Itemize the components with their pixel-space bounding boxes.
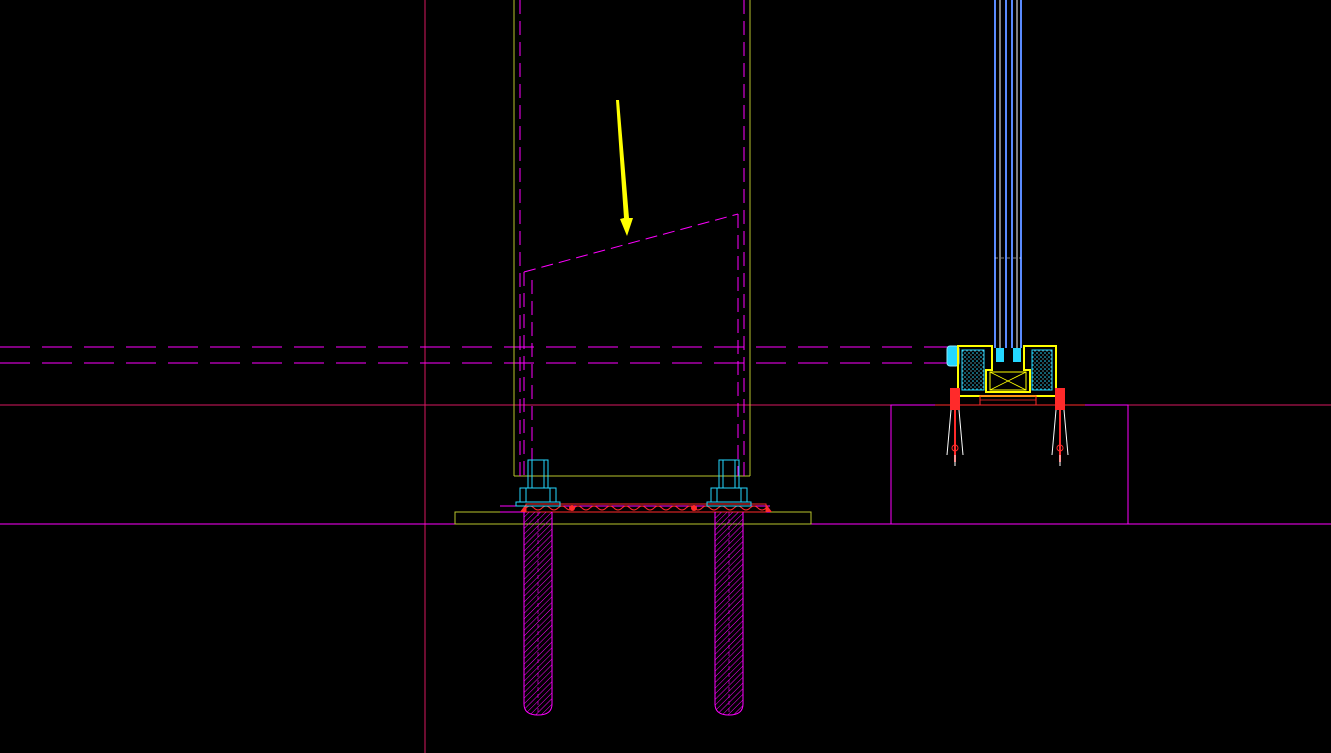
dashed-beam-lines bbox=[0, 346, 950, 364]
cad-drawing-viewport bbox=[0, 0, 1331, 753]
cad-drawing-canvas bbox=[0, 0, 1331, 753]
concrete-plinth bbox=[890, 404, 1129, 525]
expansion-anchor-right bbox=[1051, 388, 1069, 466]
glass-panel bbox=[994, 0, 1022, 348]
anchor-bolt-right bbox=[706, 459, 752, 716]
weld-bead bbox=[520, 503, 772, 513]
annotation-arrow bbox=[616, 100, 633, 236]
base-plate bbox=[454, 505, 812, 525]
expansion-anchor-left bbox=[946, 388, 964, 466]
anchor-bolt-left bbox=[515, 459, 561, 716]
grid-lines bbox=[0, 0, 1331, 753]
